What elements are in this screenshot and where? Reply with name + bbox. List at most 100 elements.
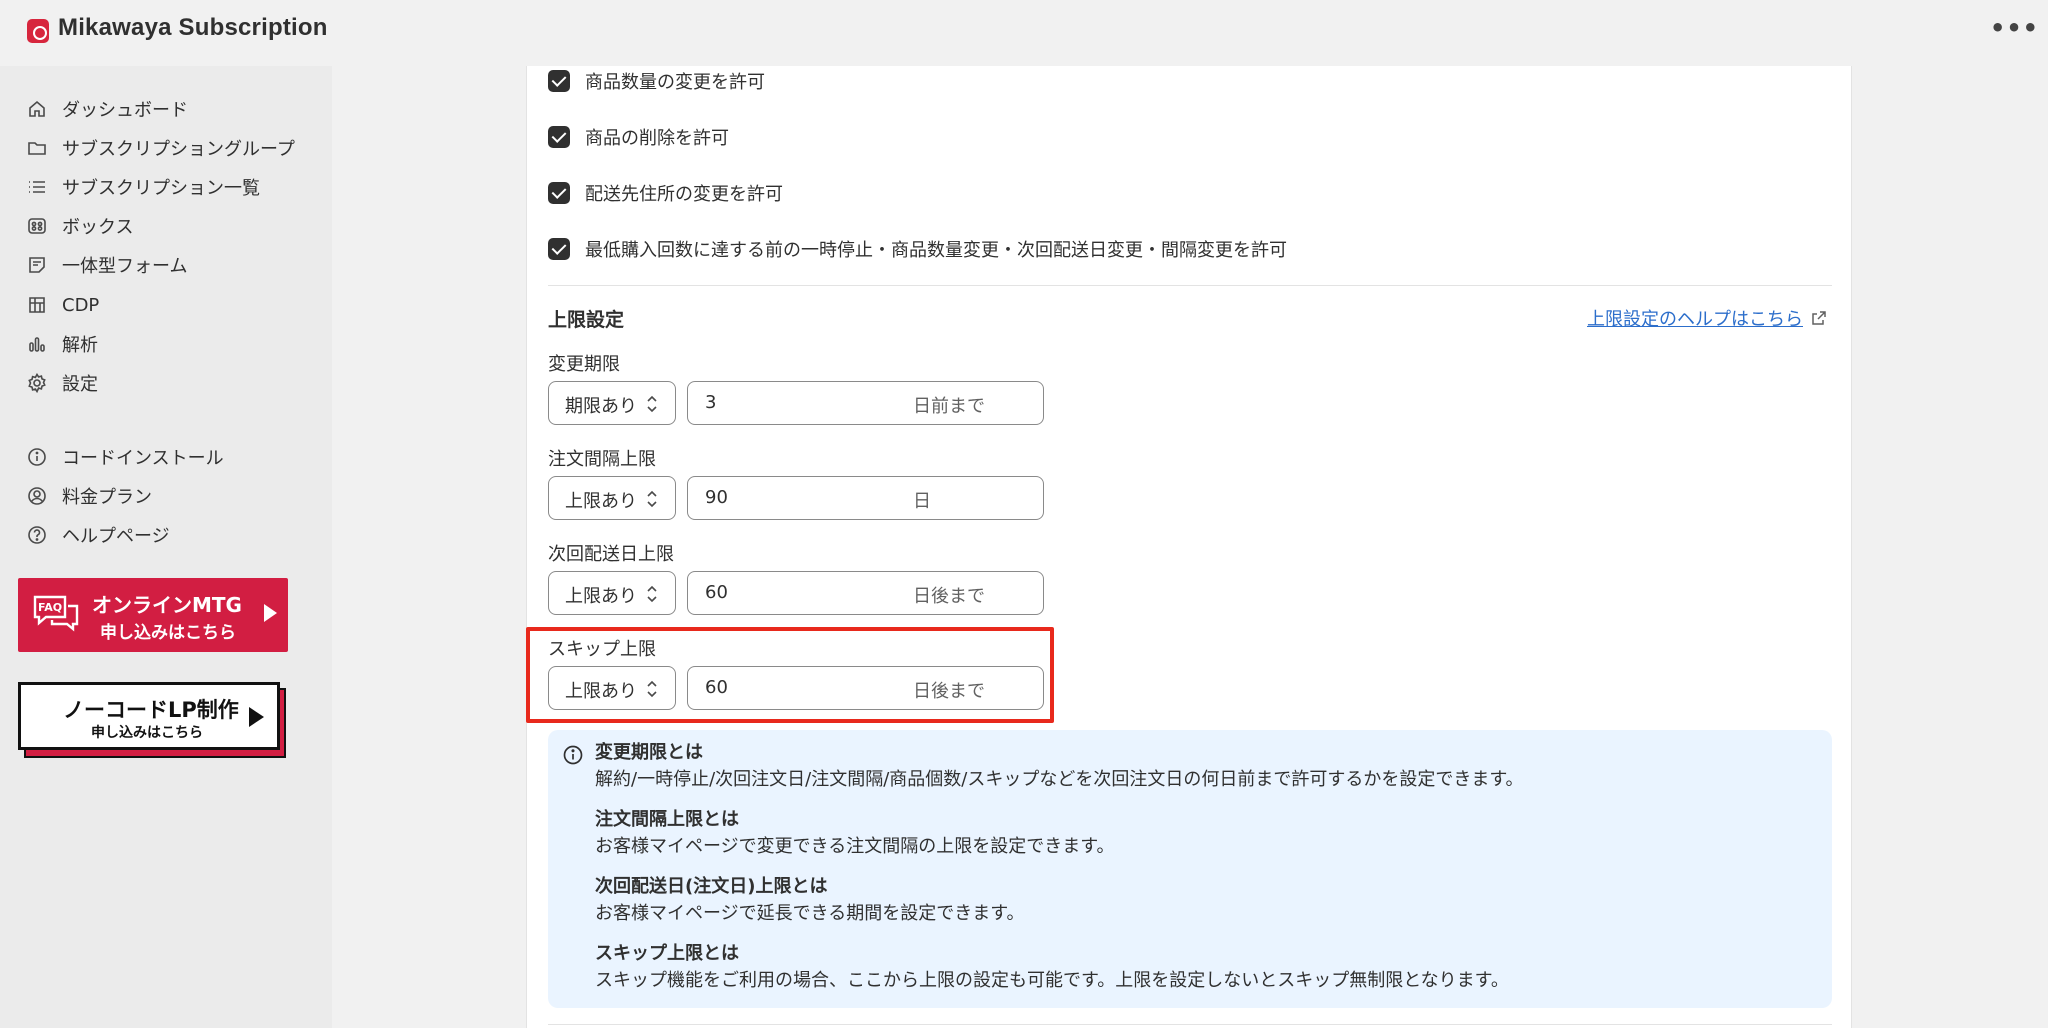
permission-address-change[interactable]: 配送先住所の変更を許可	[548, 180, 783, 206]
sidebar-item-label: ヘルプページ	[62, 526, 170, 547]
top-bar: Mikawaya Subscription •••	[0, 0, 2048, 66]
info-text: スキップ機能をご利用の場合、ここから上限の設定も可能です。上限を設定しないとスキ…	[595, 970, 1509, 991]
permission-label: 商品数量の変更を許可	[585, 72, 765, 93]
info-heading: 次回配送日(注文日)上限とは	[595, 876, 828, 897]
sidebar-item-label: サブスクリプション一覧	[62, 178, 260, 199]
section-divider	[548, 285, 1832, 286]
sidebar-item-box[interactable]: ボックス	[26, 211, 133, 241]
sidebar-item-label: 料金プラン	[62, 487, 152, 508]
sidebar-item-label: ダッシュボード	[62, 100, 188, 121]
info-skip-limit: スキップ上限とは スキップ機能をご利用の場合、ここから上限の設定も可能です。上限…	[595, 941, 1509, 995]
change-deadline-input[interactable]: 3 日前まで	[687, 381, 1044, 425]
next-delivery-input[interactable]: 60 日後まで	[687, 571, 1044, 615]
info-order-interval: 注文間隔上限とは お客様マイページで変更できる注文間隔の上限を設定できます。	[595, 807, 1114, 861]
select-value: 期限あり	[565, 396, 637, 417]
skip-limit-highlight	[526, 627, 1054, 723]
select-value: 上限あり	[565, 491, 637, 512]
external-link-icon	[1812, 311, 1826, 325]
info-icon	[26, 446, 48, 468]
sidebar-item-help-page[interactable]: ヘルプページ	[26, 520, 170, 550]
sidebar-item-pricing-plan[interactable]: 料金プラン	[26, 481, 152, 511]
faq-chat-icon: FAQ	[33, 595, 79, 632]
sidebar-item-label: 解析	[62, 335, 98, 356]
sidebar-item-label: ボックス	[62, 217, 134, 238]
checkbox-checked[interactable]	[548, 70, 570, 92]
app-logo-icon	[27, 19, 49, 43]
online-mtg-banner[interactable]: FAQ オンラインMTG 申し込みはこちら	[18, 578, 288, 652]
limits-info-box: 変更期限とは 解約/一時停止/次回注文日/注文間隔/商品個数/スキップなどを次回…	[548, 730, 1832, 1008]
sidebar-item-label: 設定	[62, 374, 98, 395]
next-delivery-select[interactable]: 上限あり	[548, 571, 676, 615]
sidebar-item-label: サブスクリプショングループ	[62, 139, 295, 160]
info-heading: 注文間隔上限とは	[595, 809, 739, 830]
list-icon	[26, 176, 48, 198]
input-suffix: 日	[913, 491, 931, 512]
info-circle-icon	[563, 745, 583, 765]
input-value: 90	[705, 487, 728, 508]
sidebar-item-settings[interactable]: 設定	[26, 368, 98, 398]
input-value: 3	[705, 392, 717, 413]
grid-icon	[26, 294, 48, 316]
sidebar-item-label: 一体型フォーム	[62, 256, 188, 277]
checkbox-checked[interactable]	[548, 126, 570, 148]
box-icon	[26, 215, 48, 237]
app-title: Mikawaya Subscription	[58, 14, 328, 41]
field-label-order-interval: 注文間隔上限	[548, 449, 656, 470]
field-label-next-delivery: 次回配送日上限	[548, 544, 674, 565]
gear-icon	[26, 372, 48, 394]
chevron-updown-icon	[647, 490, 657, 508]
limits-help-link[interactable]: 上限設定のヘルプはこちら	[1587, 305, 1827, 331]
permission-label: 最低購入回数に達する前の一時停止・商品数量変更・次回配送日変更・間隔変更を許可	[585, 240, 1287, 261]
info-next-delivery: 次回配送日(注文日)上限とは お客様マイページで延長できる期間を設定できます。	[595, 874, 1024, 928]
nocode-lp-banner[interactable]: ノーコードLP制作 申し込みはこちら	[18, 682, 286, 758]
sidebar-item-subscription-list[interactable]: サブスクリプション一覧	[26, 172, 260, 202]
checkbox-checked[interactable]	[548, 238, 570, 260]
change-deadline-select[interactable]: 期限あり	[548, 381, 676, 425]
section-divider-bottom	[548, 1024, 1832, 1025]
chart-icon	[26, 333, 48, 355]
info-text: お客様マイページで変更できる注文間隔の上限を設定できます。	[595, 836, 1115, 857]
input-suffix: 日後まで	[913, 586, 985, 607]
form-icon	[26, 254, 48, 276]
online-mtg-subtitle: 申し込みはこちら	[100, 623, 236, 643]
sidebar-item-dashboard[interactable]: ダッシュボード	[26, 94, 188, 124]
info-text: お客様マイページで延長できる期間を設定できます。	[595, 903, 1025, 924]
limits-section-title: 上限設定	[548, 309, 625, 331]
sidebar-item-subscription-groups[interactable]: サブスクリプショングループ	[26, 133, 295, 163]
nocode-lp-subtitle: 申し込みはこちら	[91, 725, 203, 741]
select-value: 上限あり	[565, 586, 637, 607]
play-arrow-icon	[249, 707, 264, 727]
order-interval-input[interactable]: 90 日	[687, 476, 1044, 520]
chevron-updown-icon	[647, 585, 657, 603]
sidebar-item-integrated-form[interactable]: 一体型フォーム	[26, 250, 187, 280]
more-actions-button[interactable]: •••	[1990, 16, 2038, 46]
checkbox-checked[interactable]	[548, 182, 570, 204]
online-mtg-title: オンラインMTG	[92, 593, 242, 617]
nocode-lp-title: ノーコードLP制作	[63, 698, 239, 722]
permission-label: 配送先住所の変更を許可	[585, 184, 783, 205]
permission-item-delete[interactable]: 商品の削除を許可	[548, 124, 729, 150]
sidebar-item-label: コードインストール	[62, 448, 224, 469]
info-text: 解約/一時停止/次回注文日/注文間隔/商品個数/スキップなどを次回注文日の何日前…	[595, 769, 1524, 790]
chevron-updown-icon	[647, 395, 657, 413]
sidebar-item-code-install[interactable]: コードインストール	[26, 442, 224, 472]
order-interval-select[interactable]: 上限あり	[548, 476, 676, 520]
info-heading: スキップ上限とは	[595, 943, 739, 964]
sidebar-item-analytics[interactable]: 解析	[26, 329, 98, 359]
input-suffix: 日前まで	[913, 396, 985, 417]
help-icon	[26, 524, 48, 546]
sidebar-item-label: CDP	[62, 294, 100, 316]
help-link-label: 上限設定のヘルプはこちら	[1587, 309, 1803, 330]
permission-quantity-change[interactable]: 商品数量の変更を許可	[548, 68, 765, 94]
play-arrow-icon	[264, 604, 277, 622]
permission-before-minimum[interactable]: 最低購入回数に達する前の一時停止・商品数量変更・次回配送日変更・間隔変更を許可	[548, 236, 1287, 262]
info-heading: 変更期限とは	[595, 742, 703, 763]
permission-label: 商品の削除を許可	[585, 128, 729, 149]
info-change-deadline: 変更期限とは 解約/一時停止/次回注文日/注文間隔/商品個数/スキップなどを次回…	[595, 740, 1524, 794]
user-circle-icon	[26, 485, 48, 507]
banner-face: ノーコードLP制作 申し込みはこちら	[18, 682, 280, 750]
home-icon	[26, 98, 48, 120]
faq-badge: FAQ	[38, 601, 62, 614]
sidebar-item-cdp[interactable]: CDP	[26, 290, 99, 320]
field-label-change-deadline: 変更期限	[548, 354, 620, 375]
